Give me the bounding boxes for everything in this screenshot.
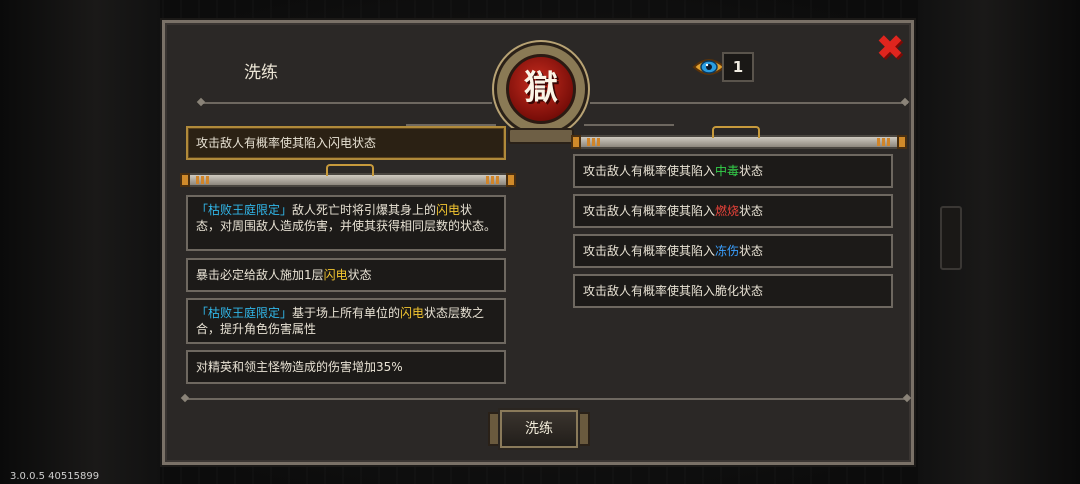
top-divider-left [202, 102, 492, 104]
exclusive-tag: 「枯败王庭限定」 [196, 306, 293, 320]
affix-text: 状态 [347, 268, 372, 282]
currency-count: 1 [722, 52, 754, 82]
affix-text: 攻击敌人有概率使其陷入 [583, 204, 716, 218]
left-rod-handle [326, 164, 374, 176]
poison-keyword: 中毒 [715, 164, 740, 178]
frost-keyword: 冻伤 [715, 244, 740, 258]
lightning-keyword: 闪电 [400, 306, 425, 320]
affix-text: 攻击敌人有概率使其陷入脆化状态 [583, 284, 764, 298]
affix-text: 基于场上所有单位的 [292, 306, 401, 320]
affix-text: 攻击敌人有概率使其陷入 [583, 164, 716, 178]
affix-option[interactable]: 攻击敌人有概率使其陷入 燃烧 状态 [573, 194, 893, 228]
affix-option[interactable]: 暴击必定给敌人施加1层 闪电 状态 [186, 258, 506, 292]
affix-option[interactable]: 攻击敌人有概率使其陷入 中毒 状态 [573, 154, 893, 188]
affix-option[interactable]: 攻击敌人有概率使其陷入脆化状态 [573, 274, 893, 308]
eye-gem-icon [692, 59, 726, 75]
affix-text: 攻击敌人有概率使其陷入 [583, 244, 716, 258]
affix-text: 暴击必定给敌人施加1层 [196, 268, 324, 282]
button-right-cap [576, 412, 590, 446]
left-backdrop [0, 0, 160, 484]
affix-text: 状态 [739, 204, 764, 218]
refine-button[interactable]: 洗练 [500, 410, 578, 448]
panel-title: 洗练 [244, 63, 278, 83]
affix-option[interactable]: 攻击敌人有概率使其陷入 冻伤 状态 [573, 234, 893, 268]
exclusive-tag: 「枯败王庭限定」 [196, 203, 293, 217]
close-button[interactable]: ✖ [874, 31, 906, 65]
version-label: 3.0.0.5 40515899 [10, 471, 100, 482]
affix-text: 敌人死亡时将引爆其身上的 [292, 203, 437, 217]
affix-text: 状态 [739, 164, 764, 178]
bottom-divider [186, 398, 906, 400]
affix-option[interactable]: 「枯败王庭限定」敌人死亡时将引爆其身上的闪电状态，对周围敌人造成伤害，并使其获得… [186, 195, 506, 251]
selected-affix[interactable]: 攻击敌人有概率使其陷入闪电状态 [186, 126, 506, 160]
close-icon: ✖ [875, 28, 905, 68]
lightning-keyword: 闪电 [323, 268, 348, 282]
selected-affix-text: 攻击敌人有概率使其陷入闪电状态 [196, 136, 377, 150]
affix-text: 状态 [739, 244, 764, 258]
affix-option[interactable]: 「枯败王庭限定」基于场上所有单位的闪电状态层数之合，提升角色伤害属性 [186, 298, 506, 344]
top-divider-right [590, 102, 908, 104]
background-slot [940, 206, 962, 270]
right-rod-handle [712, 126, 760, 138]
lightning-keyword: 闪电 [436, 203, 461, 217]
affix-text: 对精英和领主怪物造成的伤害增加35% [196, 360, 403, 374]
prison-glyph: 獄 [506, 54, 576, 124]
affix-option[interactable]: 对精英和领主怪物造成的伤害增加35% [186, 350, 506, 384]
burn-keyword: 燃烧 [715, 204, 740, 218]
